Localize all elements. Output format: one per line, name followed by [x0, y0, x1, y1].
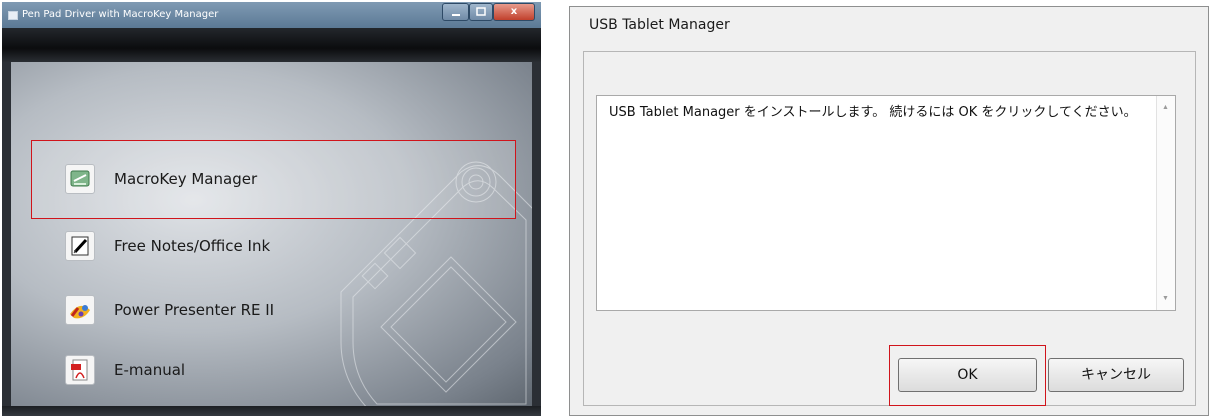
menu-label: Power Presenter RE II: [114, 301, 275, 319]
window-title: Pen Pad Driver with MacroKey Manager: [22, 9, 219, 20]
usb-tablet-manager-dialog: USB Tablet Manager USB Tablet Manager をイ…: [569, 6, 1209, 416]
pdf-icon: [65, 355, 95, 385]
pen-note-icon: [65, 231, 95, 261]
minimize-button[interactable]: [442, 3, 469, 21]
menu-label: Free Notes/Office Ink: [114, 237, 271, 255]
scroll-down-icon[interactable]: ▼: [1162, 295, 1169, 302]
menu-panel: MacroKey Manager Free Notes/Office Ink P…: [11, 62, 532, 407]
cancel-button[interactable]: キャンセル: [1048, 358, 1184, 392]
maximize-button[interactable]: [469, 3, 493, 21]
menu-item-power-presenter[interactable]: Power Presenter RE II: [65, 293, 274, 327]
menu-label: MacroKey Manager: [114, 170, 258, 188]
maximize-icon: [476, 7, 486, 16]
pen-pad-driver-window: Pen Pad Driver with MacroKey Manager x M…: [2, 2, 541, 416]
menu-item-e-manual[interactable]: E-manual: [65, 353, 185, 387]
title-bar[interactable]: Pen Pad Driver with MacroKey Manager x: [2, 2, 541, 28]
menu-item-macrokey-manager[interactable]: MacroKey Manager: [65, 162, 257, 196]
header-band: [2, 28, 541, 62]
dialog-title: USB Tablet Manager: [589, 17, 730, 33]
message-scrollbar[interactable]: ▲ ▼: [1156, 96, 1175, 310]
footer-band: [2, 406, 541, 416]
minimize-icon: [451, 14, 460, 16]
install-message: USB Tablet Manager をインストールします。 続けるには OK …: [609, 105, 1137, 120]
menu-label: E-manual: [114, 361, 186, 379]
menu-item-free-notes[interactable]: Free Notes/Office Ink: [65, 229, 270, 263]
message-textbox[interactable]: USB Tablet Manager をインストールします。 続けるには OK …: [596, 95, 1176, 311]
macrokey-icon: [65, 164, 95, 194]
presenter-icon: [65, 295, 95, 325]
window-controls: x: [442, 3, 535, 21]
ok-button[interactable]: OK: [898, 358, 1037, 392]
scroll-up-icon[interactable]: ▲: [1162, 104, 1169, 111]
app-icon: [8, 11, 18, 20]
close-button[interactable]: x: [493, 3, 535, 21]
